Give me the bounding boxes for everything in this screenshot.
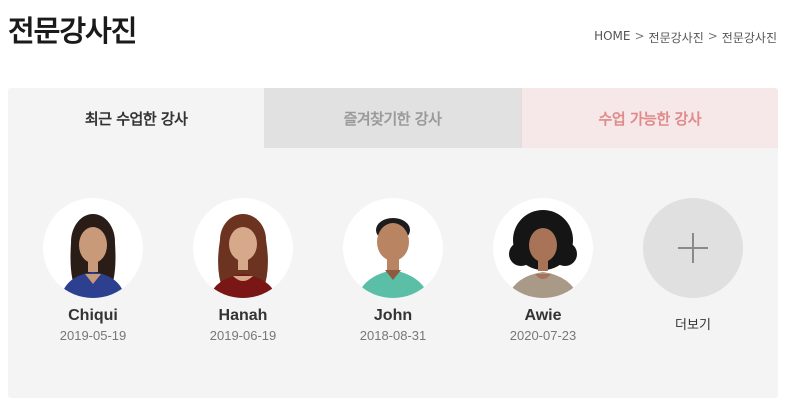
- tab-available-teachers[interactable]: 수업 가능한 강사: [520, 88, 778, 148]
- teacher-name: John: [373, 307, 413, 324]
- breadcrumb-home[interactable]: HOME: [594, 29, 630, 46]
- more-circle[interactable]: [643, 198, 743, 298]
- teacher-panel: 최근 수업한 강사 즐겨찾기한 강사 수업 가능한 강사 Chiqui 2019…: [8, 88, 778, 398]
- teacher-name: Hanah: [218, 307, 268, 324]
- teacher-card-awie[interactable]: Awie 2020-07-23: [468, 198, 618, 343]
- teacher-lesson-date: 2019-06-19: [209, 328, 277, 343]
- teacher-card-chiqui[interactable]: Chiqui 2019-05-19: [18, 198, 168, 343]
- teacher-avatar: [493, 198, 593, 298]
- breadcrumb-separator: >: [634, 29, 645, 43]
- teacher-tabs: 최근 수업한 강사 즐겨찾기한 강사 수업 가능한 강사: [8, 88, 778, 148]
- breadcrumb-separator: >: [707, 29, 718, 43]
- teacher-card-hanah[interactable]: Hanah 2019-06-19: [168, 198, 318, 343]
- teacher-name: Chiqui: [68, 307, 118, 324]
- tab-favorite-teachers[interactable]: 즐겨찾기한 강사: [264, 88, 521, 148]
- page-title: 전문강사진: [8, 14, 137, 48]
- more-teachers-button[interactable]: 더보기: [618, 198, 768, 333]
- teacher-lesson-date: 2019-05-19: [59, 328, 127, 343]
- breadcrumb-current: 전문강사진: [721, 31, 777, 45]
- teacher-name: Awie: [524, 307, 562, 324]
- teacher-avatar: [43, 198, 143, 298]
- plus-icon: [678, 233, 708, 263]
- tab-recent-teachers[interactable]: 최근 수업한 강사: [8, 88, 265, 148]
- teacher-lesson-date: 2018-08-31: [359, 328, 427, 343]
- teacher-card-john[interactable]: John 2018-08-31: [318, 198, 468, 343]
- breadcrumb-section[interactable]: 전문강사진: [649, 29, 704, 46]
- more-label: 더보기: [675, 318, 711, 333]
- breadcrumb: HOME > 전문강사진 > 전문강사진: [594, 29, 777, 46]
- teacher-avatar: [193, 198, 293, 298]
- teacher-avatar: [343, 198, 443, 298]
- teacher-lesson-date: 2020-07-23: [509, 328, 577, 343]
